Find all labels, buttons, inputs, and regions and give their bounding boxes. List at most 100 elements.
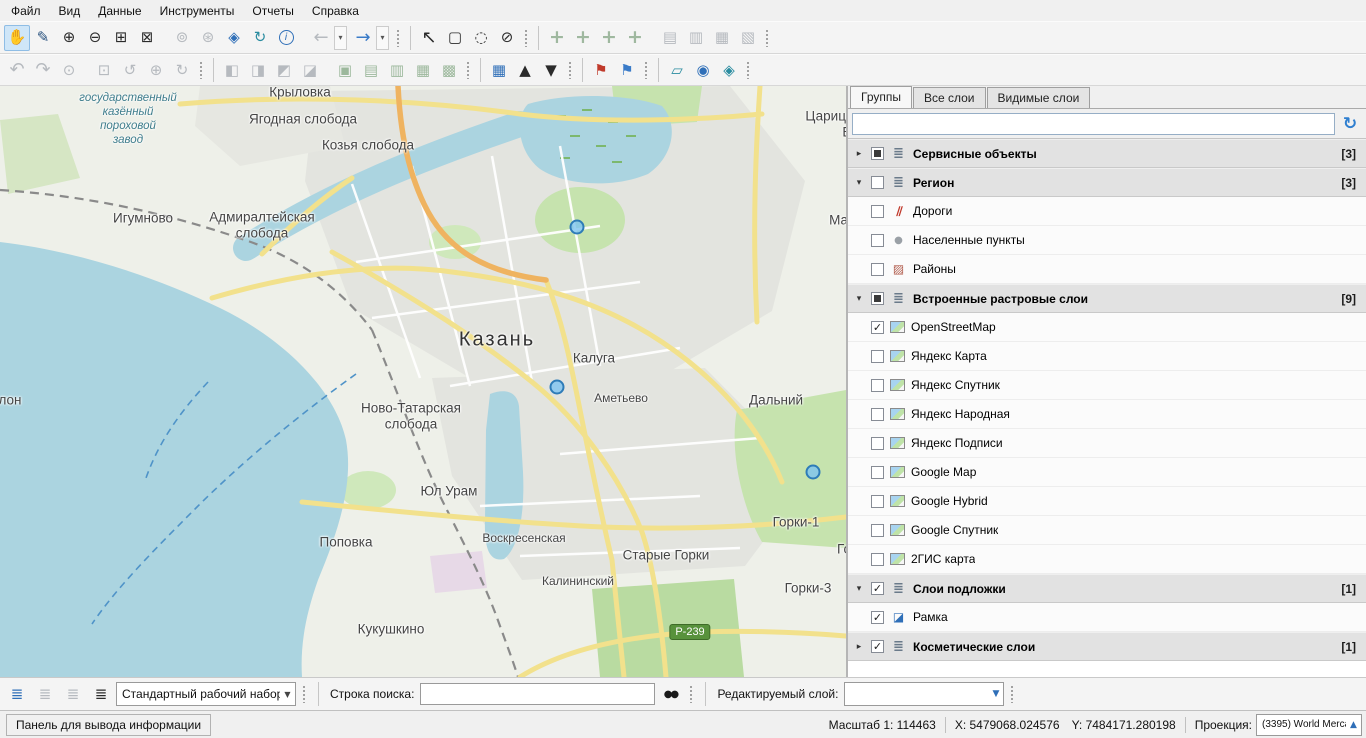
layer-tree-row[interactable]: 2ГИС карта <box>848 545 1366 574</box>
layer-tree-row[interactable]: Яндекс Спутник <box>848 371 1366 400</box>
map-canvas[interactable]: государственныйказённыйпороховойзаводКры… <box>0 86 846 677</box>
move-up-tool[interactable]: ▲ <box>512 57 538 83</box>
layer-tree-row[interactable]: Google Hybrid <box>848 487 1366 516</box>
crop-objects-tool[interactable]: ▦ <box>410 57 436 83</box>
rotate-right-tool[interactable]: ↻ <box>169 57 195 83</box>
layer-tree-row[interactable]: ∕∕Дороги <box>848 197 1366 226</box>
select-rect-tool[interactable]: ▢ <box>442 25 468 51</box>
layer-checkbox[interactable] <box>871 408 884 421</box>
tab-groups[interactable]: Группы <box>850 86 912 108</box>
nav-back-button[interactable]: ← <box>308 25 334 51</box>
add-area-object-tool[interactable]: + <box>596 25 622 51</box>
projection-combo[interactable]: (3395) World Mercator WGS 84 ▲ <box>1256 714 1362 736</box>
object-info-tool[interactable]: i <box>273 25 299 51</box>
attribute-table-tool[interactable]: ▦ <box>486 57 512 83</box>
layer-tree-row[interactable]: ▾≣Слои подложки[1] <box>848 574 1366 603</box>
add-point-object-tool[interactable]: + <box>544 25 570 51</box>
zoom-extent-tool[interactable]: ⊠ <box>134 25 160 51</box>
align-right-tool[interactable]: ◨ <box>245 57 271 83</box>
layer-visibility-tool[interactable]: ◈ <box>221 25 247 51</box>
layer-checkbox[interactable] <box>871 176 884 189</box>
scale-object-tool[interactable]: ⊕ <box>143 57 169 83</box>
search-button[interactable]: ●● <box>657 681 683 707</box>
measure-tool[interactable]: ▱ <box>664 57 690 83</box>
undo-tool[interactable]: ↶ <box>4 57 30 83</box>
merge-objects-tool[interactable]: ▣ <box>332 57 358 83</box>
layer-tree-row[interactable]: ▾≣Регион[3] <box>848 168 1366 197</box>
expand-arrow[interactable]: ▾ <box>853 178 865 188</box>
map-info-tool[interactable]: ◉ <box>690 57 716 83</box>
workset-combo[interactable]: Стандартный рабочий набор ▼ <box>116 682 296 706</box>
expand-arrow[interactable]: ▸ <box>853 642 865 652</box>
route-end-tool[interactable]: ⚑ <box>614 57 640 83</box>
layer-checkbox[interactable] <box>871 495 884 508</box>
nav-forward-dropdown[interactable]: ▾ <box>376 26 389 50</box>
rotate-left-tool[interactable]: ↺ <box>117 57 143 83</box>
workset-toggle-4[interactable]: ≣ <box>88 681 114 707</box>
align-left-tool[interactable]: ◧ <box>219 57 245 83</box>
layer-checkbox[interactable] <box>871 611 884 624</box>
layer-checkbox[interactable] <box>871 582 884 595</box>
layer-tree-row[interactable]: Яндекс Народная <box>848 400 1366 429</box>
add-text-object-tool[interactable]: + <box>622 25 648 51</box>
layer-tree-row[interactable]: ▨Районы <box>848 255 1366 284</box>
union-objects-tool[interactable]: ▥ <box>384 57 410 83</box>
tab-all-layers[interactable]: Все слои <box>913 87 986 108</box>
map-marker[interactable] <box>570 220 585 235</box>
menu-help[interactable]: Справка <box>303 2 368 20</box>
layer-checkbox[interactable] <box>871 234 884 247</box>
map-marker[interactable] <box>550 380 565 395</box>
layer-checkbox[interactable] <box>871 437 884 450</box>
add-line-object-tool[interactable]: + <box>570 25 596 51</box>
layer-checkbox[interactable] <box>871 350 884 363</box>
history-tool[interactable]: ⊙ <box>56 57 82 83</box>
zoom-out-tool[interactable]: ⊖ <box>82 25 108 51</box>
layer-filter-input[interactable] <box>852 113 1335 135</box>
editable-layer-combo[interactable]: ▼ <box>844 682 1004 706</box>
layer-tree-row[interactable]: Google Спутник <box>848 516 1366 545</box>
nav-back-dropdown[interactable]: ▾ <box>334 26 347 50</box>
layer-checkbox[interactable] <box>871 553 884 566</box>
align-bottom-tool[interactable]: ◪ <box>297 57 323 83</box>
delete-object-tool[interactable]: ▧ <box>735 25 761 51</box>
pan-tool[interactable]: ✋ <box>4 25 30 51</box>
layer-tree-row[interactable]: ●Населенные пункты <box>848 226 1366 255</box>
clear-selection-tool[interactable]: ⊘ <box>494 25 520 51</box>
layer-tree-row[interactable]: OpenStreetMap <box>848 313 1366 342</box>
align-top-tool[interactable]: ◩ <box>271 57 297 83</box>
layer-checkbox[interactable] <box>871 379 884 392</box>
workset-toggle-2[interactable]: ≣ <box>32 681 58 707</box>
menu-reports[interactable]: Отчеты <box>243 2 302 20</box>
copy-object-tool[interactable]: ▥ <box>683 25 709 51</box>
select-contour-tool[interactable]: ◌ <box>468 25 494 51</box>
workset-toggle-1[interactable]: ≣ <box>4 681 30 707</box>
refresh-map-tool[interactable]: ↻ <box>247 25 273 51</box>
zoom-window-tool[interactable]: ⊞ <box>108 25 134 51</box>
select-object-tool[interactable]: ↖ <box>416 25 442 51</box>
layer-checkbox[interactable] <box>871 524 884 537</box>
layer-tree-row[interactable]: Яндекс Подписи <box>848 429 1366 458</box>
edit-style-tool[interactable]: ✎ <box>30 25 56 51</box>
nav-forward-button[interactable]: → <box>350 25 376 51</box>
expand-arrow[interactable]: ▸ <box>853 149 865 159</box>
group-objects-tool[interactable]: ▩ <box>436 57 462 83</box>
duplicate-object-tool[interactable]: ▦ <box>709 25 735 51</box>
layer-checkbox[interactable] <box>871 466 884 479</box>
paste-object-tool[interactable]: ▤ <box>657 25 683 51</box>
map-marker[interactable] <box>806 465 821 480</box>
intersect-objects-tool[interactable]: ▤ <box>358 57 384 83</box>
menu-data[interactable]: Данные <box>89 2 150 20</box>
zoom-in-tool[interactable]: ⊕ <box>56 25 82 51</box>
workset-toggle-3[interactable]: ≣ <box>60 681 86 707</box>
layer-checkbox[interactable] <box>871 292 884 305</box>
bookmark-tool[interactable]: ◈ <box>716 57 742 83</box>
zoom-next-tool[interactable]: ⊛ <box>195 25 221 51</box>
layer-checkbox[interactable] <box>871 147 884 160</box>
search-input[interactable] <box>420 683 655 705</box>
expand-arrow[interactable]: ▾ <box>853 584 865 594</box>
menu-file[interactable]: Файл <box>2 2 50 20</box>
zoom-prev-tool[interactable]: ⊚ <box>169 25 195 51</box>
redo-tool[interactable]: ↷ <box>30 57 56 83</box>
layer-tree-row[interactable]: ◪Рамка <box>848 603 1366 632</box>
layer-tree-row[interactable]: Google Map <box>848 458 1366 487</box>
